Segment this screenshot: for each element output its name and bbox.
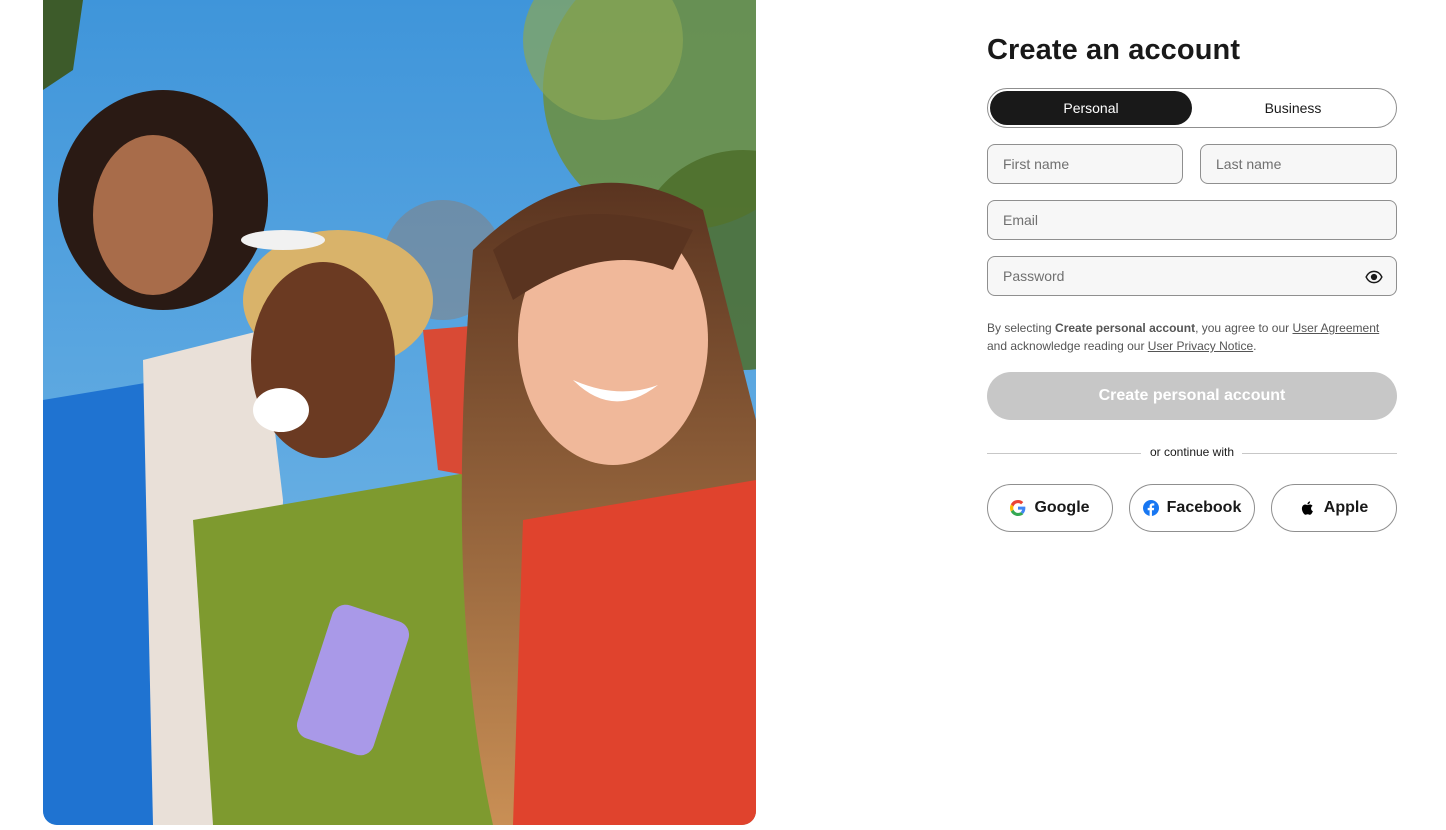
hero-photo <box>43 0 756 825</box>
facebook-button[interactable]: Facebook <box>1129 484 1255 532</box>
create-account-button[interactable]: Create personal account <box>987 372 1397 420</box>
first-name-field <box>987 144 1183 184</box>
password-field <box>987 256 1397 296</box>
legal-text-middle2: and acknowledge reading our <box>987 339 1148 353</box>
legal-text-prefix: By selecting <box>987 321 1056 335</box>
divider-line-right <box>1242 453 1397 454</box>
apple-button-label: Apple <box>1323 499 1369 516</box>
last-name-input[interactable] <box>1201 145 1396 183</box>
google-button[interactable]: Google <box>987 484 1113 532</box>
user-privacy-notice-link[interactable]: User Privacy Notice <box>1148 339 1253 353</box>
personal-tab[interactable]: Personal <box>990 91 1192 125</box>
hero-photo-illustration <box>43 0 756 825</box>
continue-with-divider: or continue with <box>987 444 1397 462</box>
legal-text-middle: , you agree to our <box>1195 321 1293 335</box>
email-input[interactable] <box>988 201 1396 239</box>
facebook-button-label: Facebook <box>1166 499 1242 516</box>
password-input[interactable] <box>988 257 1396 295</box>
email-field <box>987 200 1397 240</box>
google-logo-icon <box>1010 500 1026 516</box>
eye-icon[interactable] <box>1365 268 1383 286</box>
facebook-logo-icon <box>1142 500 1159 516</box>
last-name-field <box>1200 144 1397 184</box>
business-tab[interactable]: Business <box>1192 91 1394 125</box>
account-type-toggle: Personal Business <box>987 88 1397 128</box>
apple-button[interactable]: Apple <box>1271 484 1397 532</box>
page-title: Create an account <box>987 34 1241 66</box>
first-name-input[interactable] <box>988 145 1182 183</box>
legal-text-bold: Create personal account <box>1055 321 1196 335</box>
apple-logo-icon <box>1300 500 1316 516</box>
user-agreement-link[interactable]: User Agreement <box>1293 321 1380 335</box>
legal-notice: By selecting Create personal account, yo… <box>987 319 1397 355</box>
legal-text-suffix: . <box>1253 339 1257 353</box>
divider-text: or continue with <box>1149 445 1235 459</box>
google-button-label: Google <box>1034 499 1090 516</box>
